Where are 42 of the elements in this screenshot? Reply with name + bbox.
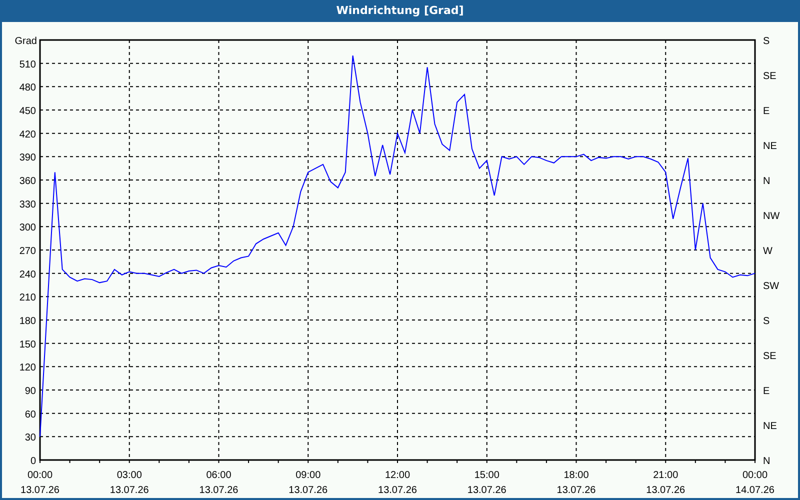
x-tick-label: 00:00 14.07.26 bbox=[736, 470, 774, 496]
x-tick-label: 18:00 13.07.26 bbox=[556, 470, 596, 496]
y-tick-label: 60 bbox=[24, 409, 36, 420]
x-tick-label: 15:00 13.07.26 bbox=[467, 470, 506, 496]
y-tick-label: 120 bbox=[19, 362, 36, 374]
x-tick-label: 09:00 13.07.26 bbox=[288, 470, 328, 496]
compass-label: NW bbox=[763, 211, 780, 222]
compass-label: N bbox=[763, 456, 770, 467]
y-tick-label: 360 bbox=[19, 176, 36, 187]
y-tick-label: 330 bbox=[19, 199, 36, 210]
y-tick-label: 270 bbox=[19, 246, 36, 257]
y-tick-label: 510 bbox=[19, 59, 36, 70]
x-tick-label: 21:00 13.07.26 bbox=[646, 470, 686, 496]
y-tick-label: 420 bbox=[19, 129, 36, 140]
y-tick-label: 450 bbox=[19, 106, 36, 117]
x-tick-label: 06:00 13.07.26 bbox=[199, 470, 238, 496]
x-tick-label: 00:00 13.07.26 bbox=[20, 470, 60, 496]
compass-label: NE bbox=[763, 141, 777, 152]
y-tick-label: 150 bbox=[19, 339, 36, 350]
y-tick-label: 480 bbox=[19, 82, 36, 94]
compass-label: E bbox=[763, 386, 770, 397]
y-tick-label: 90 bbox=[24, 386, 36, 397]
y-tick-label: 300 bbox=[19, 222, 36, 234]
compass-label: NE bbox=[763, 421, 777, 432]
compass-label: SW bbox=[763, 281, 780, 292]
compass-label: W bbox=[763, 246, 772, 257]
x-tick-label: 03:00 13.07.26 bbox=[110, 470, 149, 496]
y-tick-label: 30 bbox=[24, 432, 36, 444]
y-tick-label: 390 bbox=[19, 152, 36, 164]
compass-label: N bbox=[763, 176, 770, 187]
y-tick-label: 210 bbox=[19, 292, 36, 304]
window-title: Windrichtung [Grad] bbox=[335, 2, 465, 19]
x-tick-label: 12:00 13.07.26 bbox=[378, 470, 417, 496]
y-tick-label: 240 bbox=[19, 269, 36, 280]
y-axis-label: Grad bbox=[14, 36, 37, 47]
compass-label: SE bbox=[763, 351, 776, 362]
compass-label: S bbox=[763, 36, 770, 47]
compass-label: SE bbox=[763, 71, 776, 82]
compass-label: S bbox=[763, 316, 770, 327]
y-tick-label: 180 bbox=[19, 316, 36, 327]
y-tick-label: 0 bbox=[30, 456, 36, 467]
compass-label: E bbox=[763, 106, 770, 117]
